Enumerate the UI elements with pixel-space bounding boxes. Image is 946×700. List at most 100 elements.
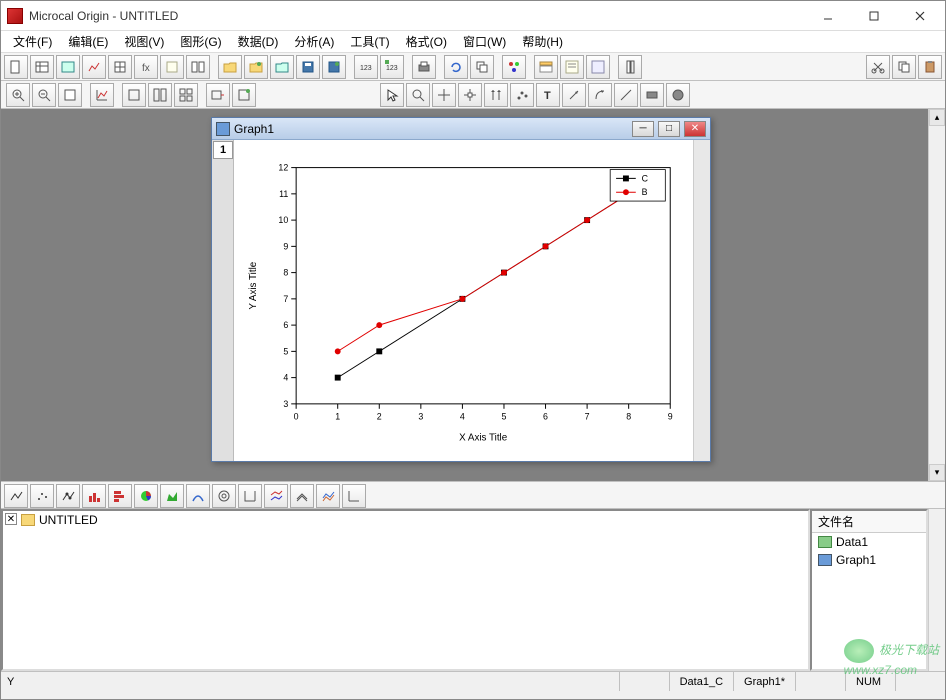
file-item-data1[interactable]: Data1 (812, 533, 926, 551)
menu-window[interactable]: 窗口(W) (455, 31, 514, 52)
open-button[interactable] (218, 55, 242, 79)
worksheet-icon (818, 536, 832, 548)
pointer-tool[interactable] (380, 83, 404, 107)
save-template-button[interactable] (322, 55, 346, 79)
menu-edit[interactable]: 编辑(E) (60, 31, 116, 52)
menu-view[interactable]: 视图(V) (116, 31, 172, 52)
graph-layer-tab-1[interactable]: 1 (213, 141, 233, 159)
new-function-button[interactable]: fx (134, 55, 158, 79)
layer-1-button[interactable] (122, 83, 146, 107)
pie-plot-button[interactable] (134, 484, 158, 508)
svg-text:3: 3 (418, 412, 423, 422)
double-y-plot-button[interactable] (238, 484, 262, 508)
stack-plot-button[interactable] (264, 484, 288, 508)
scrollbar-up-icon[interactable]: ▴ (929, 109, 945, 126)
window-maximize-button[interactable] (851, 2, 897, 30)
data-selector-tool[interactable] (484, 83, 508, 107)
curved-arrow-tool[interactable] (588, 83, 612, 107)
menu-data[interactable]: 数据(D) (230, 31, 287, 52)
data-reader-tool[interactable] (458, 83, 482, 107)
svg-text:12: 12 (278, 163, 288, 173)
chart-plot[interactable]: 01234567893456789101112X Axis TitleY Axi… (242, 148, 685, 453)
graph-minimize-button[interactable]: ─ (632, 121, 654, 137)
panel-close-icon[interactable]: ✕ (5, 513, 17, 525)
new-graph-button[interactable] (82, 55, 106, 79)
rescale-button[interactable] (90, 83, 114, 107)
menu-tools[interactable]: 工具(T) (342, 31, 397, 52)
zoom-out-button[interactable] (32, 83, 56, 107)
draw-data-tool[interactable] (510, 83, 534, 107)
graph-scrollbar-v[interactable] (693, 140, 710, 461)
template-plot-button[interactable] (342, 484, 366, 508)
cut-button[interactable] (866, 55, 890, 79)
graph-window-title: Graph1 (234, 122, 274, 136)
add-column-button[interactable] (618, 55, 642, 79)
window-close-button[interactable] (897, 2, 943, 30)
print-button[interactable] (412, 55, 436, 79)
graph-close-button[interactable]: ✕ (684, 121, 706, 137)
screen-reader-tool[interactable] (432, 83, 456, 107)
refresh-button[interactable] (444, 55, 468, 79)
layer-2-button[interactable] (148, 83, 172, 107)
view-code-button[interactable] (586, 55, 610, 79)
project-root-node[interactable]: UNTITLED (21, 513, 98, 527)
graph-maximize-button[interactable]: □ (658, 121, 680, 137)
duplicate-button[interactable] (470, 55, 494, 79)
import-multi-button[interactable]: 123 (380, 55, 404, 79)
arrow-tool[interactable] (562, 83, 586, 107)
line-plot-button[interactable] (4, 484, 28, 508)
new-worksheet-button[interactable] (30, 55, 54, 79)
new-notes-button[interactable] (160, 55, 184, 79)
project-explorer-button[interactable] (534, 55, 558, 79)
column-plot-button[interactable] (82, 484, 106, 508)
status-cell-window: Graph1* (733, 672, 795, 691)
status-bar: Y Data1_C Graph1* NUM (1, 671, 945, 691)
new-excel-button[interactable] (56, 55, 80, 79)
workspace-scrollbar-v[interactable]: ▴ ▾ (928, 109, 945, 481)
save-button[interactable] (296, 55, 320, 79)
graph-window[interactable]: Graph1 ─ □ ✕ 1 01234567893456789101112X … (211, 117, 711, 462)
menu-format[interactable]: 格式(O) (398, 31, 455, 52)
area-plot-button[interactable] (160, 484, 184, 508)
open-template-button[interactable] (244, 55, 268, 79)
new-layout-button[interactable] (186, 55, 210, 79)
zoom-tool[interactable] (406, 83, 430, 107)
graph-window-titlebar[interactable]: Graph1 ─ □ ✕ (212, 118, 710, 140)
zoom-in-button[interactable] (6, 83, 30, 107)
new-matrix-button[interactable] (108, 55, 132, 79)
view-results-button[interactable] (560, 55, 584, 79)
import-ascii-button[interactable]: 123 (354, 55, 378, 79)
menu-graph[interactable]: 图形(G) (172, 31, 229, 52)
add-layer-button[interactable] (232, 83, 256, 107)
layer-4-button[interactable] (174, 83, 198, 107)
file-item-graph1[interactable]: Graph1 (812, 551, 926, 569)
scrollbar-down-icon[interactable]: ▾ (929, 464, 945, 481)
waterfall-plot-button[interactable] (290, 484, 314, 508)
lower-scrollbar-v[interactable] (928, 509, 945, 671)
circle-tool[interactable] (666, 83, 690, 107)
rectangle-tool[interactable] (640, 83, 664, 107)
status-cell-dataset: Data1_C (669, 672, 733, 691)
extract-layers-button[interactable] (206, 83, 230, 107)
line-tool[interactable] (614, 83, 638, 107)
text-tool[interactable]: T (536, 83, 560, 107)
copy-button[interactable] (892, 55, 916, 79)
menu-analysis[interactable]: 分析(A) (286, 31, 342, 52)
3d-plot-button[interactable] (316, 484, 340, 508)
menu-file[interactable]: 文件(F) (5, 31, 60, 52)
ternary-plot-button[interactable] (212, 484, 236, 508)
line-symbol-plot-button[interactable] (56, 484, 80, 508)
window-minimize-button[interactable] (805, 2, 851, 30)
menu-help[interactable]: 帮助(H) (514, 31, 571, 52)
file-list-panel[interactable]: 文件名 Data1 Graph1 (810, 509, 928, 671)
polar-plot-button[interactable] (186, 484, 210, 508)
whole-page-button[interactable] (58, 83, 82, 107)
results-log-button[interactable] (502, 55, 526, 79)
open-excel-button[interactable] (270, 55, 294, 79)
chart-area[interactable]: 01234567893456789101112X Axis TitleY Axi… (234, 140, 693, 461)
bar-plot-button[interactable] (108, 484, 132, 508)
paste-button[interactable] (918, 55, 942, 79)
project-explorer-panel[interactable]: ✕ UNTITLED (1, 509, 810, 671)
new-project-button[interactable] (4, 55, 28, 79)
scatter-plot-button[interactable] (30, 484, 54, 508)
